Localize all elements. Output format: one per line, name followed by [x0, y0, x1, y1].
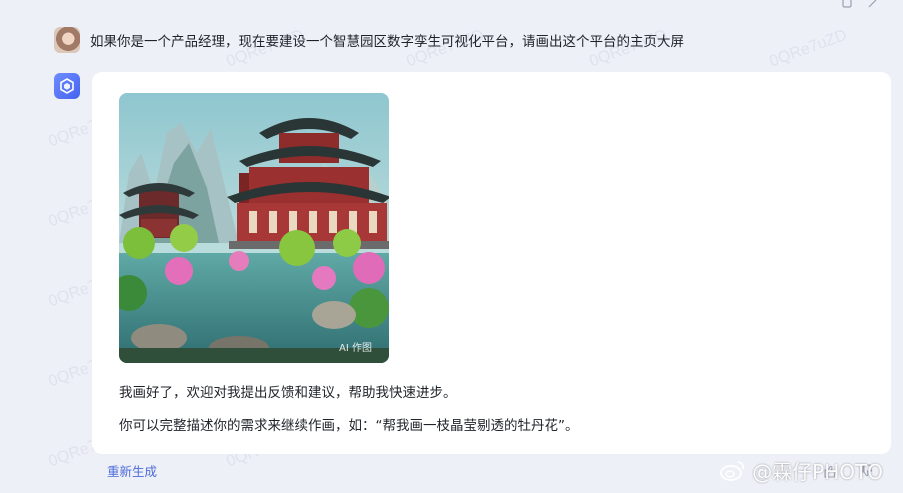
generated-image[interactable]: AI 作图 [119, 93, 389, 363]
weibo-handle: @霖仔PHOTO [752, 460, 883, 484]
reply-text-line-1: 我画好了，欢迎对我提出反馈和建议，帮助我快速进步。 [119, 385, 457, 401]
user-prompt-text: 如果你是一个产品经理，现在要建设一个智慧园区数字孪生可视化平台，请画出这个平台的… [90, 34, 684, 50]
weibo-watermark: @霖仔PHOTO [720, 456, 883, 485]
regenerate-button[interactable]: 重新生成 [107, 461, 157, 480]
edit-icon[interactable] [867, 0, 879, 8]
watermark: 0QRe7uZD [767, 26, 850, 71]
top-actions [841, 0, 879, 8]
pagoda-garden-illustration [119, 93, 389, 363]
reply-text-line-2: 你可以完整描述你的需求来继续作画，如：“帮我画一枝晶莹剔透的牡丹花”。 [119, 418, 579, 434]
assistant-reply-card: AI 作图 我画好了，欢迎对我提出反馈和建议，帮助我快速进步。 你可以完整描述你… [92, 72, 891, 454]
assistant-logo-icon [54, 73, 80, 99]
user-avatar [54, 27, 80, 53]
copy-icon[interactable] [841, 0, 853, 8]
user-message-row: 如果你是一个产品经理，现在要建设一个智慧园区数字孪生可视化平台，请画出这个平台的… [54, 27, 684, 53]
weibo-logo-icon [720, 460, 745, 481]
ai-image-badge: AI 作图 [339, 343, 372, 354]
